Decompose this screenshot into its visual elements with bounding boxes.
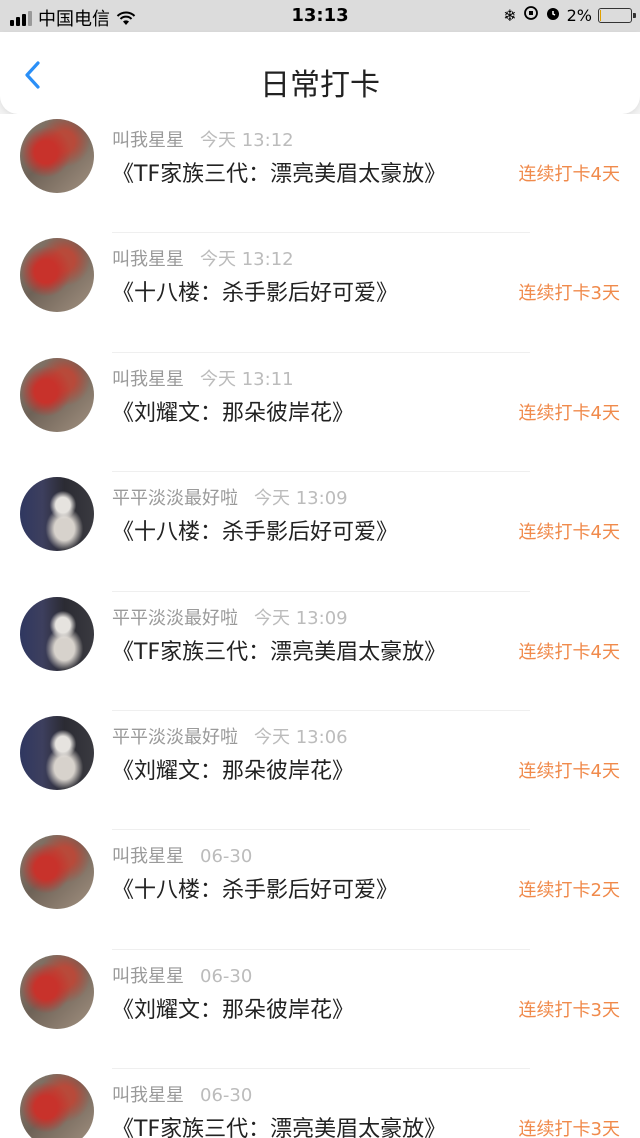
nav-bar: 日常打卡: [0, 32, 640, 114]
book-title[interactable]: 《刘耀文：那朵彼岸花》: [112, 395, 354, 427]
checkin-row[interactable]: 叫我星星 今天 13:12 《TF家族三代：漂亮美眉太豪放》 连续打卡4天: [0, 114, 640, 234]
checkin-list[interactable]: 叫我星星 今天 13:12 《TF家族三代：漂亮美眉太豪放》 连续打卡4天 叫我星…: [0, 114, 640, 1138]
checkin-time: 今天 13:12: [200, 130, 294, 151]
avatar[interactable]: [20, 596, 94, 671]
username[interactable]: 叫我星星: [112, 130, 184, 151]
status-bar: 中国电信 13:13 ❄ 2%: [0, 0, 640, 32]
checkin-row[interactable]: 叫我星星 06-30 《刘耀文：那朵彼岸花》 连续打卡3天: [0, 950, 640, 1070]
row-meta: 叫我星星 06-30: [112, 1081, 252, 1107]
avatar[interactable]: [20, 715, 94, 790]
row-meta: 叫我星星 今天 13:12: [112, 245, 294, 271]
checkin-row[interactable]: 平平淡淡最好啦 今天 13:09 《TF家族三代：漂亮美眉太豪放》 连续打卡4天: [0, 592, 640, 711]
row-meta: 叫我星星 今天 13:12: [112, 126, 294, 152]
streak-badge: 连续打卡4天: [518, 522, 620, 544]
checkin-row[interactable]: 叫我星星 今天 13:11 《刘耀文：那朵彼岸花》 连续打卡4天: [0, 353, 640, 473]
checkin-row[interactable]: 叫我星星 06-30 《TF家族三代：漂亮美眉太豪放》 连续打卡3天: [0, 1069, 640, 1138]
checkin-time: 今天 13:09: [254, 488, 348, 510]
avatar[interactable]: [20, 954, 94, 1029]
page-title: 日常打卡: [260, 68, 380, 103]
avatar[interactable]: [20, 835, 94, 910]
streak-badge: 连续打卡3天: [518, 1119, 620, 1138]
orientation-lock-icon: [523, 5, 539, 25]
checkin-time: 今天 13:11: [200, 368, 294, 390]
username[interactable]: 平平淡淡最好啦: [112, 488, 238, 509]
book-title[interactable]: 《十八楼：杀手影后好可爱》: [112, 275, 398, 307]
streak-badge: 连续打卡4天: [518, 641, 620, 663]
snowflake-icon: ❄: [503, 5, 517, 25]
row-meta: 叫我星星 06-30: [112, 842, 252, 868]
alarm-icon: [545, 5, 561, 25]
username[interactable]: 叫我星星: [112, 369, 184, 390]
status-right: ❄ 2%: [503, 5, 636, 25]
avatar[interactable]: [20, 477, 94, 552]
username[interactable]: 平平淡淡最好啦: [112, 608, 238, 629]
checkin-time: 今天 13:12: [200, 249, 294, 271]
streak-badge: 连续打卡4天: [518, 164, 620, 185]
checkin-time: 今天 13:06: [254, 726, 348, 748]
username[interactable]: 平平淡淡最好啦: [112, 727, 238, 748]
checkin-row[interactable]: 叫我星星 06-30 《十八楼：杀手影后好可爱》 连续打卡2天: [0, 830, 640, 950]
book-title[interactable]: 《十八楼：杀手影后好可爱》: [112, 514, 398, 546]
row-meta: 叫我星星 06-30: [112, 962, 252, 988]
row-meta: 平平淡淡最好啦 今天 13:06: [112, 723, 348, 749]
checkin-time: 06-30: [200, 1085, 253, 1107]
streak-badge: 连续打卡4天: [518, 760, 620, 782]
checkin-row[interactable]: 叫我星星 今天 13:12 《十八楼：杀手影后好可爱》 连续打卡3天: [0, 233, 640, 353]
checkin-time: 今天 13:09: [254, 607, 348, 629]
row-meta: 叫我星星 今天 13:11: [112, 365, 294, 391]
username[interactable]: 叫我星星: [112, 966, 184, 987]
row-meta: 平平淡淡最好啦 今天 13:09: [112, 484, 348, 510]
avatar[interactable]: [20, 357, 94, 432]
book-title[interactable]: 《刘耀文：那朵彼岸花》: [112, 753, 354, 785]
book-title[interactable]: 《刘耀文：那朵彼岸花》: [112, 992, 354, 1024]
checkin-time: 06-30: [200, 846, 253, 868]
battery-percent: 2%: [566, 5, 592, 25]
username[interactable]: 叫我星星: [112, 846, 184, 867]
username[interactable]: 叫我星星: [112, 249, 184, 270]
avatar[interactable]: [20, 119, 94, 193]
streak-badge: 连续打卡3天: [518, 999, 620, 1021]
row-meta: 平平淡淡最好啦 今天 13:09: [112, 604, 348, 630]
avatar[interactable]: [20, 238, 94, 313]
avatar[interactable]: [20, 1074, 94, 1138]
checkin-row[interactable]: 平平淡淡最好啦 今天 13:06 《刘耀文：那朵彼岸花》 连续打卡4天: [0, 711, 640, 831]
book-title[interactable]: 《TF家族三代：漂亮美眉太豪放》: [112, 156, 446, 188]
battery-fill: [600, 9, 601, 21]
battery-icon: [598, 7, 636, 23]
streak-badge: 连续打卡4天: [518, 402, 620, 424]
checkin-row[interactable]: 平平淡淡最好啦 今天 13:09 《十八楼：杀手影后好可爱》 连续打卡4天: [0, 472, 640, 592]
book-title[interactable]: 《TF家族三代：漂亮美眉太豪放》: [112, 634, 446, 666]
book-title[interactable]: 《十八楼：杀手影后好可爱》: [112, 872, 398, 904]
streak-badge: 连续打卡2天: [518, 880, 620, 902]
book-title[interactable]: 《TF家族三代：漂亮美眉太豪放》: [112, 1111, 446, 1138]
streak-badge: 连续打卡3天: [518, 283, 620, 305]
checkin-time: 06-30: [200, 965, 253, 987]
username[interactable]: 叫我星星: [112, 1085, 184, 1106]
